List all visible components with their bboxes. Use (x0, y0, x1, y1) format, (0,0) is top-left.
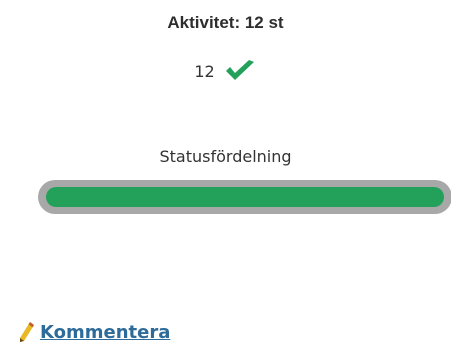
activity-count-row: 12 (0, 58, 451, 84)
comment-link-label[interactable]: Kommentera (40, 322, 170, 343)
checkmark-icon (223, 58, 257, 84)
activity-title: Aktivitet: 12 st (167, 13, 284, 32)
status-distribution-bar (38, 180, 451, 214)
pencil-icon (16, 320, 36, 344)
status-distribution-heading: Statusfördelning (159, 147, 292, 166)
activity-count: 12 (194, 61, 215, 81)
comment-link[interactable]: Kommentera (16, 320, 170, 344)
status-bar-fill-done (46, 187, 444, 207)
